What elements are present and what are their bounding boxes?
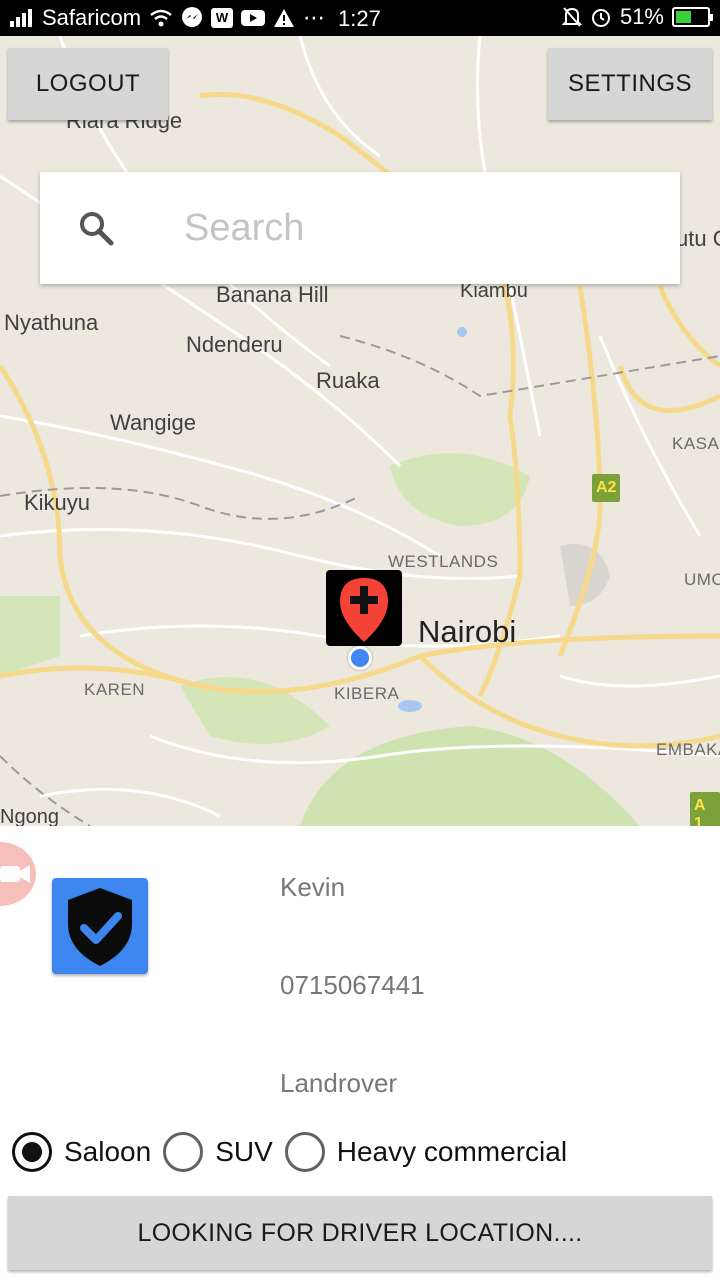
map-label-ngong: Ngong (0, 806, 59, 826)
radio-saloon[interactable]: Saloon (12, 1132, 151, 1172)
map-label-kibera: KIBERA (334, 684, 400, 703)
road-shield-a2: A2 (592, 474, 621, 502)
radio-suv-label[interactable]: SUV (215, 1136, 273, 1168)
video-camera-icon (0, 865, 30, 883)
alarm-icon (590, 6, 612, 28)
battery-percent: 51% (619, 4, 664, 29)
status-right: 51% (561, 4, 713, 30)
wifi-icon (149, 9, 173, 27)
map-label-kikuyu: Kikuyu (24, 490, 91, 515)
settings-button[interactable]: SETTINGS (548, 48, 712, 120)
radio-suv[interactable]: SUV (163, 1132, 273, 1172)
map-label-rutu: utu C (676, 226, 720, 251)
radio-suv-circle[interactable] (163, 1132, 204, 1172)
map-label-nairobi: Nairobi (418, 614, 517, 649)
map-roads (0, 36, 720, 826)
radio-heavy-commercial[interactable]: Heavy commercial (284, 1132, 567, 1172)
map-label-wangige: Wangige (110, 410, 197, 435)
mute-bell-icon (561, 6, 582, 28)
video-call-button[interactable] (0, 842, 36, 906)
road-shield-a1: A 1 (690, 792, 720, 826)
map-view[interactable]: Riara Ridge Banana Hill Kiambu utu C Nya… (0, 36, 720, 826)
map-pin-icon (340, 578, 388, 642)
status-left: Safaricom W ⋯ (10, 5, 325, 31)
vehicle-type-group: Saloon SUV Heavy commercial (12, 1132, 579, 1172)
messenger-icon (181, 7, 203, 29)
search-icon[interactable] (76, 208, 116, 248)
shield-check-icon (68, 888, 132, 966)
status-time: 1:27 (338, 6, 381, 31)
youtube-icon (241, 9, 266, 27)
map-label-ndenderu: Ndenderu (186, 332, 283, 357)
my-location-dot (348, 646, 372, 670)
map-label-embaka: EMBAKA (656, 740, 720, 759)
logout-button[interactable]: LOGOUT (8, 48, 168, 120)
battery-fill (676, 11, 691, 23)
radio-saloon-label[interactable]: Saloon (64, 1136, 151, 1168)
warning-icon (273, 8, 295, 28)
search-bar[interactable] (40, 172, 680, 284)
looking-for-driver-button[interactable]: LOOKING FOR DRIVER LOCATION.... (8, 1196, 712, 1270)
map-label-ruaka: Ruaka (316, 368, 380, 393)
battery-icon (672, 7, 713, 27)
request-panel: Kevin 0715067441 Landrover Saloon SUV He… (0, 826, 720, 1280)
shield-check-logo (52, 878, 148, 974)
radio-heavy-commercial-label[interactable]: Heavy commercial (337, 1136, 567, 1168)
status-bar: Safaricom W ⋯ 1:27 51% (0, 0, 720, 36)
map-label-nyathuna: Nyathuna (4, 310, 99, 335)
notification-box-icon: W (211, 8, 234, 28)
emergency-marker[interactable] (326, 570, 402, 646)
radio-saloon-circle[interactable] (12, 1132, 52, 1172)
map-label-kasa: KASA (672, 434, 720, 453)
more-notifications-icon: ⋯ (303, 5, 326, 30)
map-label-karen: KAREN (84, 680, 146, 699)
carrier-name: Safaricom (42, 5, 142, 30)
map-label-westlands: WESTLANDS (388, 552, 499, 571)
map-label-umo: UMO (684, 570, 720, 589)
map-label-banana-hill: Banana Hill (216, 282, 329, 307)
driver-name: Kevin (280, 872, 346, 902)
vehicle-name: Landrover (280, 1068, 398, 1098)
radio-heavy-commercial-circle[interactable] (284, 1132, 325, 1172)
search-input[interactable] (184, 200, 654, 256)
driver-phone: 0715067441 (280, 970, 425, 1000)
signal-icon (10, 9, 34, 27)
